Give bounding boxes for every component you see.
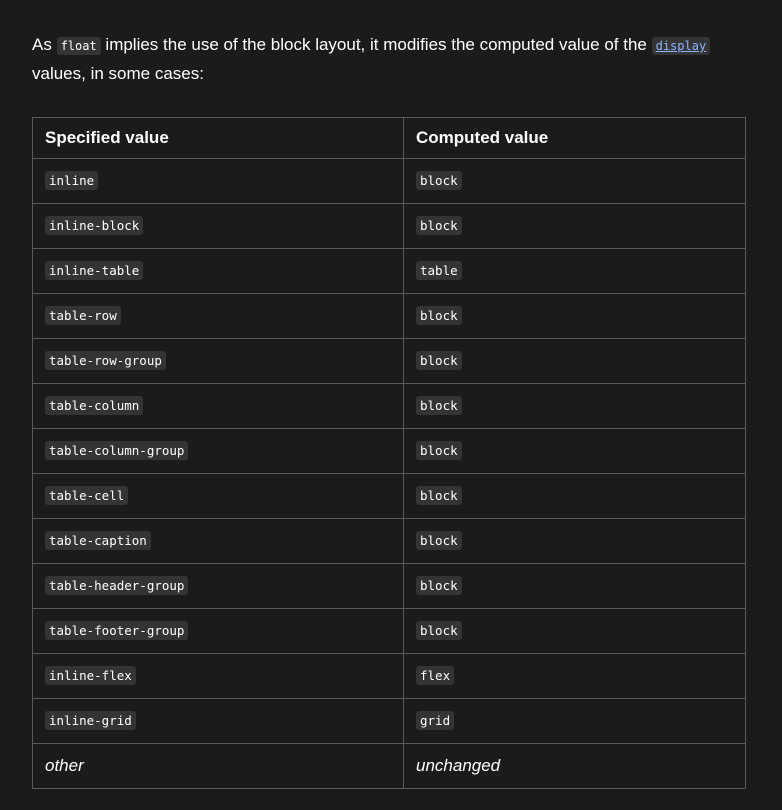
computed-value-code: block	[416, 351, 462, 370]
table-row: table-row block	[32, 293, 746, 339]
table-row: table-column-group block	[32, 428, 746, 474]
computed-value-cell: block	[403, 293, 746, 339]
specified-value-cell: table-footer-group	[32, 608, 404, 654]
computed-value-cell: block	[403, 203, 746, 249]
computed-value-cell: block	[403, 473, 746, 519]
table-row: other unchanged	[32, 743, 746, 789]
specified-value-code: table-caption	[45, 531, 151, 550]
display-values-table: Specified value Computed value inline blo…	[32, 117, 746, 789]
specified-value-code: inline-flex	[45, 666, 136, 685]
computed-value-code: flex	[416, 666, 455, 685]
table-row: inline-flex flex	[32, 653, 746, 699]
computed-value-cell: block	[403, 563, 746, 609]
table-row: table-header-group block	[32, 563, 746, 609]
computed-value-code: block	[416, 306, 462, 325]
computed-value-cell: block	[403, 158, 746, 204]
specified-value-cell: inline-block	[32, 203, 404, 249]
specified-value-cell: inline-grid	[32, 698, 404, 744]
specified-value-code: inline	[45, 171, 99, 190]
computed-value-cell: flex	[403, 653, 746, 699]
computed-value-code: table	[416, 261, 462, 280]
table-row: inline block	[32, 158, 746, 204]
computed-value-cell: grid	[403, 698, 746, 744]
computed-value-cell: block	[403, 428, 746, 474]
computed-value-cell: table	[403, 248, 746, 294]
computed-value-cell: block	[403, 518, 746, 564]
computed-value-cell: block	[403, 608, 746, 654]
table-row: inline-table table	[32, 248, 746, 294]
specified-value-cell: other	[32, 743, 404, 789]
specified-value-cell: table-header-group	[32, 563, 404, 609]
computed-value-code: grid	[416, 711, 455, 730]
computed-value-code: block	[416, 396, 462, 415]
specified-value-cell: table-column-group	[32, 428, 404, 474]
specified-value-cell: inline-flex	[32, 653, 404, 699]
specified-value-code: inline-grid	[45, 711, 136, 730]
computed-value-code: block	[416, 216, 462, 235]
intro-text-after: values, in some cases:	[32, 64, 204, 83]
specified-value-cell: table-column	[32, 383, 404, 429]
specified-value-cell: table-cell	[32, 473, 404, 519]
computed-value-cell: unchanged	[403, 743, 746, 789]
table-row: inline-block block	[32, 203, 746, 249]
computed-value-cell: block	[403, 383, 746, 429]
specified-value-code: inline-table	[45, 261, 144, 280]
table-row: table-cell block	[32, 473, 746, 519]
intro-text-middle: implies the use of the block layout, it …	[100, 35, 652, 54]
article-content: As float implies the use of the block la…	[32, 31, 745, 88]
intro-text-before: As	[32, 35, 57, 54]
specified-value-code: table-cell	[45, 486, 129, 505]
specified-value-code: table-row	[45, 306, 121, 325]
computed-value-code: block	[416, 441, 462, 460]
float-code: float	[56, 37, 101, 55]
display-link[interactable]: display	[651, 37, 711, 55]
table-body: inline block inline-block block inline-table…	[32, 158, 746, 789]
header-specified-value: Specified value	[32, 117, 404, 159]
table-row: table-footer-group block	[32, 608, 746, 654]
specified-value-cell: table-caption	[32, 518, 404, 564]
specified-value-code: inline-block	[45, 216, 144, 235]
specified-value-cell: table-row	[32, 293, 404, 339]
specified-value-code: table-column-group	[45, 441, 189, 460]
specified-value-cell: table-row-group	[32, 338, 404, 384]
computed-value-code: block	[416, 621, 462, 640]
header-computed-value: Computed value	[403, 117, 746, 159]
specified-value-code: table-column	[45, 396, 144, 415]
table-header-row: Specified value Computed value	[32, 117, 746, 159]
table-row: table-column block	[32, 383, 746, 429]
specified-value-cell: inline	[32, 158, 404, 204]
table-row: inline-grid grid	[32, 698, 746, 744]
specified-value-code: table-footer-group	[45, 621, 189, 640]
table-row: table-caption block	[32, 518, 746, 564]
computed-value-cell: block	[403, 338, 746, 384]
computed-value-code: block	[416, 486, 462, 505]
computed-value-code: block	[416, 531, 462, 550]
computed-value-code: block	[416, 576, 462, 595]
specified-value-code: table-row-group	[45, 351, 166, 370]
computed-value-code: block	[416, 171, 462, 190]
table-row: table-row-group block	[32, 338, 746, 384]
specified-value-code: table-header-group	[45, 576, 189, 595]
specified-value-cell: inline-table	[32, 248, 404, 294]
intro-paragraph: As float implies the use of the block la…	[32, 31, 745, 88]
